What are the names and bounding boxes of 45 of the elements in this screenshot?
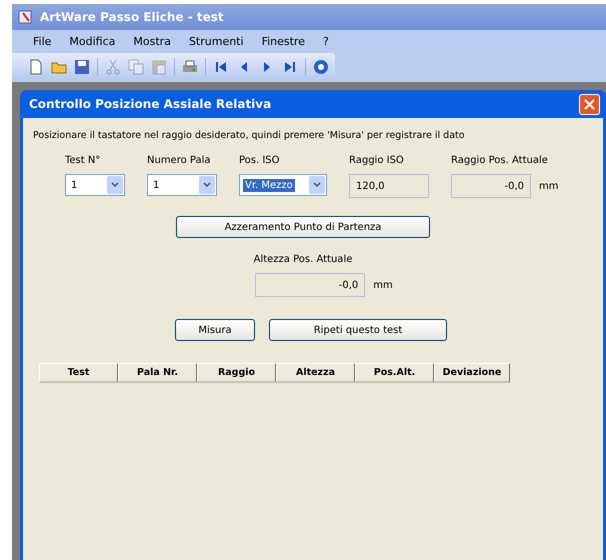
reset-button[interactable]: Azzeramento Punto di Partenza xyxy=(176,216,430,238)
unit-label: mm xyxy=(539,180,558,192)
menu-item[interactable]: Mostra xyxy=(126,32,178,50)
field-label: Test N° xyxy=(65,155,102,166)
dialog-button[interactable]: Misura xyxy=(175,319,255,341)
readonly-field: 120,0 xyxy=(349,174,429,198)
field-label: Pos. ISO xyxy=(239,155,281,166)
toolbar-button[interactable] xyxy=(72,57,92,77)
readonly-field: -0,0 xyxy=(255,273,366,297)
field-label: Altezza Pos. Attuale xyxy=(254,254,352,265)
dropdown[interactable]: 1 xyxy=(147,174,217,196)
field-label: Raggio ISO xyxy=(349,155,405,166)
dropdown[interactable]: Vr. Mezzo xyxy=(239,174,327,196)
copy-icon xyxy=(128,59,144,75)
new-document-icon xyxy=(28,59,44,75)
close-button[interactable] xyxy=(579,94,600,114)
app-icon xyxy=(18,9,34,25)
menu-item[interactable]: Finestre xyxy=(254,32,312,50)
menu-item[interactable]: File xyxy=(26,32,58,50)
field-label: Numero Pala xyxy=(147,155,212,166)
column-header[interactable]: Altezza xyxy=(276,363,355,383)
menu-item[interactable]: ? xyxy=(316,32,336,50)
last-record-icon xyxy=(282,59,298,75)
scissors-icon xyxy=(105,59,121,75)
column-header[interactable]: Test xyxy=(39,363,118,383)
close-icon xyxy=(584,98,595,110)
unit-label: mm xyxy=(373,280,393,290)
clipboard-icon xyxy=(151,59,167,75)
menu-item[interactable]: Strumenti xyxy=(182,32,251,50)
column-header[interactable]: Pala Nr. xyxy=(118,363,197,383)
column-header[interactable]: Raggio xyxy=(197,363,276,383)
dialog-button[interactable]: Ripeti questo test xyxy=(269,319,447,341)
dialog-title: Controllo Posizione Assiale Relativa xyxy=(29,97,272,111)
field-label: Raggio Pos. Attuale xyxy=(451,155,549,166)
window-title: ArtWare Passo Eliche - test xyxy=(40,10,224,24)
save-icon xyxy=(74,59,90,75)
column-header[interactable]: Pos.Alt. xyxy=(355,363,434,383)
first-record-icon xyxy=(213,59,229,75)
readonly-field: -0,0 xyxy=(451,174,531,198)
menu-item[interactable]: Modifica xyxy=(62,32,122,50)
column-header[interactable]: Deviazione xyxy=(434,363,510,383)
toolbar-button[interactable] xyxy=(311,57,331,77)
printer-icon xyxy=(182,59,198,75)
dropdown[interactable]: 1 xyxy=(65,174,125,196)
instruction-text: Posizionare il tastatore nel raggio desiderato, quindi premere 'Misura' per registrare il dato xyxy=(33,130,466,141)
